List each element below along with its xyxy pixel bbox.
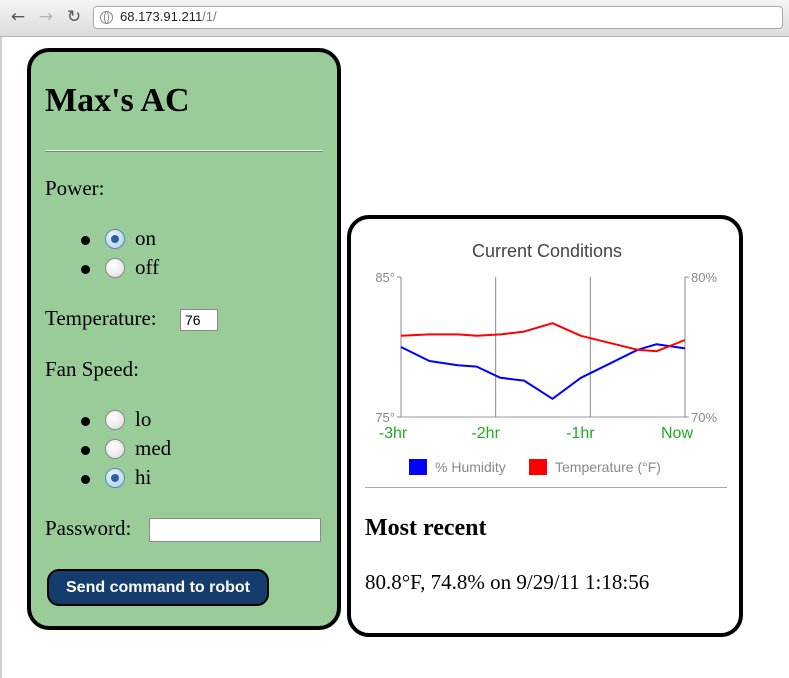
fan-lo-radio[interactable] bbox=[105, 410, 125, 430]
url-host: 68.173.91.211 bbox=[120, 9, 203, 24]
divider bbox=[45, 150, 323, 152]
most-recent-heading: Most recent bbox=[365, 515, 487, 541]
chart-title: Current Conditions bbox=[472, 241, 622, 261]
power-option-label: off bbox=[135, 255, 160, 279]
x-tick-label: -3hr bbox=[379, 425, 408, 442]
password-input[interactable] bbox=[149, 518, 321, 542]
series-line bbox=[400, 343, 686, 400]
divider bbox=[365, 487, 727, 488]
fan-med-radio[interactable] bbox=[105, 439, 125, 459]
right-tick-label: 80% bbox=[691, 270, 717, 285]
power-option-label: on bbox=[135, 226, 156, 250]
bullet bbox=[81, 475, 90, 484]
legend-swatch bbox=[529, 459, 547, 475]
bullet bbox=[81, 236, 90, 245]
send-command-button[interactable]: Send command to robot bbox=[47, 569, 269, 606]
password-label: Password: bbox=[45, 516, 132, 540]
fan-option-label: lo bbox=[135, 407, 152, 431]
forward-arrow-icon[interactable]: → bbox=[36, 6, 56, 28]
bullet bbox=[81, 265, 90, 274]
fan-hi-radio[interactable] bbox=[105, 468, 125, 488]
bullet bbox=[81, 417, 90, 426]
reload-icon[interactable]: ↻ bbox=[64, 6, 84, 28]
x-tick-label: Now bbox=[661, 425, 693, 442]
left-tick-label: 85° bbox=[375, 270, 395, 285]
left-tick-label: 75° bbox=[375, 410, 395, 425]
conditions-panel: Current Conditions 85° 75° 80% 70% -3hr -2hr -1… bbox=[347, 215, 743, 637]
control-panel: Max's AC Power: on off Temperature: 76 F… bbox=[27, 48, 341, 630]
power-on-radio[interactable] bbox=[105, 229, 125, 249]
legend-label: % Humidity bbox=[435, 459, 506, 475]
page-title: Max's AC bbox=[45, 82, 190, 119]
legend-swatch bbox=[409, 459, 427, 475]
power-off-radio[interactable] bbox=[105, 258, 125, 278]
most-recent-value: 80.8°F, 74.8% on 9/29/11 1:18:56 bbox=[365, 570, 650, 594]
legend-label: Temperature (°F) bbox=[555, 459, 661, 475]
series-line bbox=[400, 322, 686, 353]
url-path: /1/ bbox=[202, 9, 217, 24]
globe-icon bbox=[100, 11, 113, 24]
x-tick-label: -1hr bbox=[566, 425, 595, 442]
url-text: 68.173.91.211/1/ bbox=[120, 9, 217, 24]
power-label: Power: bbox=[45, 176, 105, 200]
x-tick-label: -2hr bbox=[471, 425, 500, 442]
temperature-input[interactable]: 76 bbox=[180, 309, 218, 331]
right-tick-label: 70% bbox=[691, 410, 717, 425]
fan-option-label: med bbox=[135, 436, 172, 460]
fan-speed-label: Fan Speed: bbox=[45, 357, 139, 381]
window-edge bbox=[0, 37, 2, 678]
back-arrow-icon[interactable]: ← bbox=[8, 6, 28, 28]
fan-option-label: hi bbox=[135, 465, 152, 489]
browser-toolbar: ← → ↻ 68.173.91.211/1/ bbox=[0, 0, 789, 37]
temperature-label: Temperature: bbox=[45, 306, 157, 330]
bullet bbox=[81, 446, 90, 455]
conditions-chart: Current Conditions 85° 75° 80% 70% -3hr -2hr -1… bbox=[375, 241, 717, 475]
address-bar[interactable]: 68.173.91.211/1/ bbox=[93, 6, 783, 29]
